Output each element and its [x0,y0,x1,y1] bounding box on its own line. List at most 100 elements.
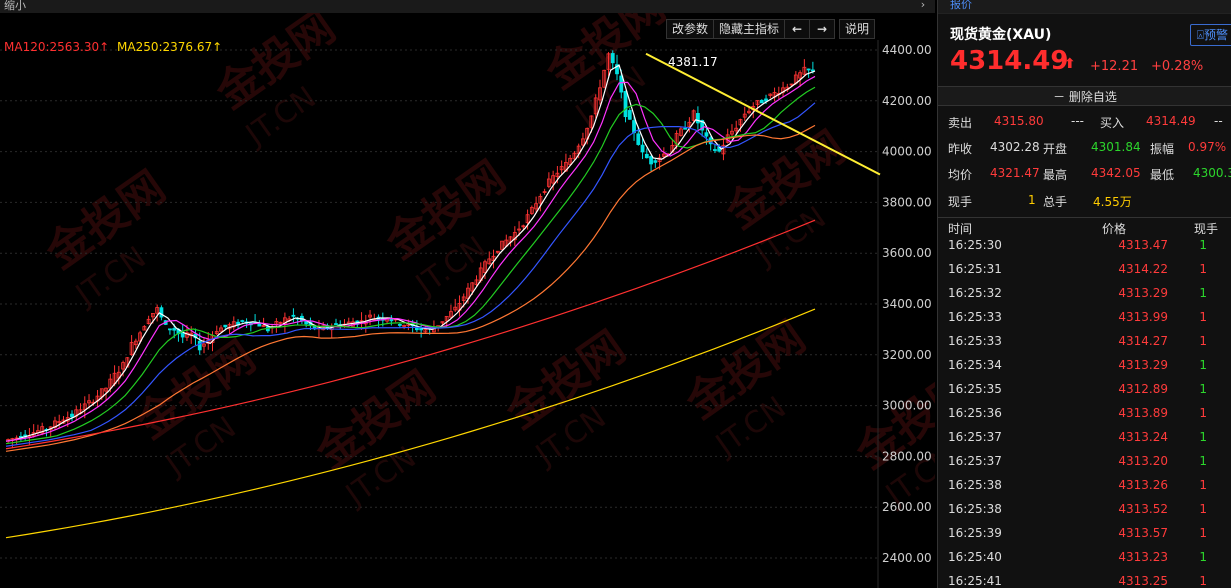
quote-tab-strip: 报价 [938,0,1231,14]
tick-price: 4314.22 [1118,262,1168,276]
tick-time: 16:25:35 [948,382,1002,396]
tick-row: 16:25:39 4313.57 1 [938,526,1231,550]
arrow-right-icon[interactable]: → [808,19,835,39]
minus-icon: － [1053,90,1069,104]
candle-body [334,323,338,325]
tab-quote[interactable]: 报价 [950,0,972,12]
edit-params-button[interactable]: 改参数 [665,19,714,39]
tick-row: 16:25:40 4313.23 1 [938,550,1231,574]
tick-volume: 1 [1199,478,1207,492]
price-change: +12.21 [1090,59,1139,74]
candle-body [397,324,402,326]
tick-time: 16:25:38 [948,478,1002,492]
tick-time: 16:25:37 [948,430,1002,444]
candle-body [696,113,700,124]
candle-body [704,132,709,137]
tick-row: 16:25:34 4313.29 1 [938,358,1231,382]
bell-icon: ⍓ [1196,28,1204,42]
candle-body [70,413,74,418]
tick-row: 16:25:37 4313.20 1 [938,454,1231,478]
candle-body [168,328,172,331]
tick-row: 16:25:38 4313.26 1 [938,478,1231,502]
collapse-icon[interactable]: › [914,0,932,12]
remove-watchlist-button[interactable]: － 删除自选 [938,86,1231,106]
hide-main-indicator-button[interactable]: 隐藏主指标 [712,19,785,39]
sell-label: 卖出 [948,116,973,130]
kline-chart[interactable]: 金投网JT.CN金投网JT.CN金投网JT.CN金投网JT.CN金投网JT.CN… [0,0,935,588]
y-tick-label: 3400.00 [882,297,932,311]
shrink-button[interactable]: 缩小 [4,0,26,13]
candle-body [223,324,228,328]
alert-button[interactable]: ⍓预警 [1189,24,1231,46]
tick-table-header: 时间 价格 现手 [938,217,1231,237]
tick-row: 16:25:33 4313.99 1 [938,310,1231,334]
tick-volume: 1 [1199,382,1207,396]
tick-time: 16:25:39 [948,526,1002,540]
tick-header-time: 时间 [948,222,973,236]
tick-row: 16:25:35 4312.89 1 [938,382,1231,406]
candle-body [636,133,641,145]
tick-header-volume: 现手 [1194,222,1219,236]
tick-time: 16:25:33 [948,334,1002,348]
tick-time: 16:25:32 [948,286,1002,300]
high-value: 4342.05 [1091,166,1141,180]
y-tick-label: 4000.00 [882,145,932,159]
tick-price: 4313.26 [1118,478,1168,492]
high-annotation: 4381.17 [668,55,718,69]
candle-body [291,314,296,317]
remove-watchlist-label: 删除自选 [1068,90,1117,104]
instrument-name: 现货黄金(XAU) [950,27,1052,43]
y-tick-label: 2400.00 [882,551,932,565]
open-label: 开盘 [1043,142,1068,156]
legend-ma250: MA250:2376.67↑ [117,40,223,54]
tick-price: 4313.52 [1118,502,1168,516]
candle-body [623,91,628,118]
tick-price: 4313.57 [1118,526,1168,540]
candle-body [197,340,202,351]
tick-price: 4313.99 [1118,310,1168,324]
current-volume-value: 1 [1028,193,1036,207]
candle-body [759,99,764,104]
watermark: 金投网JT.CN [376,152,514,304]
tick-row: 16:25:36 4313.89 1 [938,406,1231,430]
ma-legend: MA120:2563.30↑ MA250:2376.67↑ [4,40,226,54]
tick-time: 16:25:37 [948,454,1002,468]
watermark: 金投网JT.CN [676,312,814,464]
tick-volume: 1 [1199,238,1207,252]
y-tick-label: 3600.00 [882,246,932,260]
chart-top-strip: 缩小 › [0,0,935,13]
total-volume-value: 4.55万 [1093,195,1132,209]
buy-volume: -- [1214,114,1223,128]
tick-row: 16:25:37 4313.24 1 [938,430,1231,454]
tick-price: 4313.47 [1118,238,1168,252]
tick-row: 16:25:38 4313.52 1 [938,502,1231,526]
tick-price: 4313.23 [1118,550,1168,564]
tick-volume: 1 [1199,454,1207,468]
help-button[interactable]: 说明 [838,19,875,39]
candle-body [649,156,653,165]
price-change-pct: +0.28% [1151,59,1204,74]
candle-body [240,320,245,322]
avg-label: 均价 [948,168,973,182]
tick-time: 16:25:40 [948,550,1002,564]
candle-body [683,127,688,130]
y-tick-label: 4200.00 [882,94,932,108]
candle-body [389,319,394,322]
tick-volume: 1 [1199,526,1207,540]
tick-time: 16:25:30 [948,238,1002,252]
arrow-left-icon[interactable]: ← [783,19,810,39]
high-label: 最高 [1043,168,1068,182]
candle-body [810,69,815,72]
candle-body [713,149,717,151]
tick-row: 16:25:33 4314.27 1 [938,334,1231,358]
tick-time: 16:25:31 [948,262,1002,276]
sell-price: 4315.80 [994,114,1044,128]
candle-body [619,75,624,93]
chart-area[interactable]: 金投网 JT.CN 金投网 JT.CN 金投网 JT.CN 金投网 JT.CN 金投网 JT.CN… [0,0,935,588]
tick-volume: 1 [1199,430,1207,444]
tick-volume: 1 [1199,358,1207,372]
tick-volume: 1 [1199,310,1207,324]
open-value: 4301.84 [1091,140,1141,154]
tick-row: 16:25:31 4314.22 1 [938,262,1231,286]
tick-volume: 1 [1199,502,1207,516]
